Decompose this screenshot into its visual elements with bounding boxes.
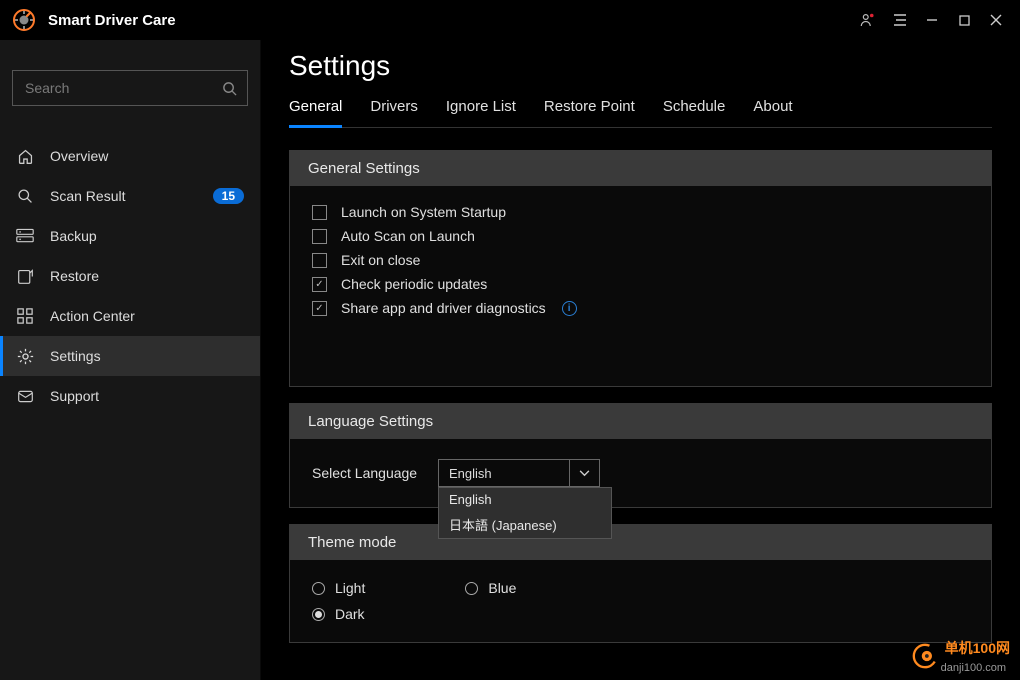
- maximize-button[interactable]: [948, 4, 980, 36]
- checkbox[interactable]: [312, 253, 327, 268]
- watermark-sub: danji100.com: [941, 662, 1006, 674]
- panel-heading: Theme mode: [290, 525, 991, 560]
- radio-label: Dark: [335, 606, 365, 622]
- language-settings-panel: Language Settings Select Language Englis…: [289, 403, 992, 508]
- tab-general[interactable]: General: [289, 98, 342, 128]
- language-option-english[interactable]: English: [439, 488, 611, 511]
- app-name: Smart Driver Care: [48, 12, 176, 29]
- info-icon[interactable]: i: [562, 301, 577, 316]
- option-launch-startup[interactable]: Launch on System Startup: [312, 200, 969, 224]
- sidebar-item-label: Overview: [50, 148, 244, 164]
- sidebar-item-label: Backup: [50, 228, 244, 244]
- radio-button-selected[interactable]: [312, 608, 325, 621]
- chevron-down-icon[interactable]: [569, 460, 599, 486]
- app-logo-icon: [12, 8, 36, 32]
- radio-button[interactable]: [465, 582, 478, 595]
- sidebar-item-action-center[interactable]: Action Center: [0, 296, 260, 336]
- sidebar-item-settings[interactable]: Settings: [0, 336, 260, 376]
- option-exit-on-close[interactable]: Exit on close: [312, 248, 969, 272]
- settings-tabs: General Drivers Ignore List Restore Poin…: [289, 98, 992, 128]
- tab-ignore-list[interactable]: Ignore List: [446, 98, 516, 127]
- checkbox-checked[interactable]: ✓: [312, 301, 327, 316]
- option-label: Exit on close: [341, 252, 420, 268]
- sidebar-item-support[interactable]: Support: [0, 376, 260, 416]
- option-label: Check periodic updates: [341, 276, 487, 292]
- sidebar-item-scan-result[interactable]: Scan Result 15: [0, 176, 260, 216]
- option-label: Auto Scan on Launch: [341, 228, 475, 244]
- backup-icon: [16, 227, 34, 245]
- scan-badge: 15: [213, 188, 244, 204]
- tab-about[interactable]: About: [753, 98, 792, 127]
- content-area: Settings General Drivers Ignore List Res…: [261, 40, 1020, 680]
- tab-drivers[interactable]: Drivers: [370, 98, 418, 127]
- watermark-text: 单机100网: [945, 640, 1010, 656]
- option-label: Launch on System Startup: [341, 204, 506, 220]
- sidebar: Overview Scan Result 15 Backup Restore A…: [0, 40, 261, 680]
- language-select[interactable]: English: [438, 459, 600, 487]
- sidebar-item-label: Action Center: [50, 308, 244, 324]
- option-auto-scan[interactable]: Auto Scan on Launch: [312, 224, 969, 248]
- tab-restore-point[interactable]: Restore Point: [544, 98, 635, 127]
- tab-schedule[interactable]: Schedule: [663, 98, 726, 127]
- scan-icon: [16, 187, 34, 205]
- menu-icon[interactable]: [884, 4, 916, 36]
- search-icon: [222, 81, 237, 96]
- grid-icon: [16, 307, 34, 325]
- language-select-value[interactable]: English: [439, 460, 569, 486]
- panel-heading: Language Settings: [290, 404, 991, 439]
- theme-option-dark[interactable]: Dark: [312, 606, 365, 622]
- watermark-icon: [911, 642, 939, 670]
- language-dropdown: English 日本語 (Japanese): [438, 487, 612, 539]
- support-icon: [16, 387, 34, 405]
- theme-option-light[interactable]: Light: [312, 580, 365, 596]
- sidebar-item-label: Restore: [50, 268, 244, 284]
- title-bar: Smart Driver Care: [0, 0, 1020, 40]
- checkbox-checked[interactable]: ✓: [312, 277, 327, 292]
- language-option-japanese[interactable]: 日本語 (Japanese): [439, 511, 611, 538]
- option-share-diagnostics[interactable]: ✓ Share app and driver diagnostics i: [312, 296, 969, 320]
- search-box[interactable]: [12, 70, 248, 106]
- sidebar-item-label: Settings: [50, 348, 244, 364]
- user-icon[interactable]: [852, 4, 884, 36]
- sidebar-item-overview[interactable]: Overview: [0, 136, 260, 176]
- close-button[interactable]: [980, 4, 1012, 36]
- option-label: Share app and driver diagnostics: [341, 300, 546, 316]
- checkbox[interactable]: [312, 229, 327, 244]
- checkbox[interactable]: [312, 205, 327, 220]
- search-input[interactable]: [23, 79, 222, 97]
- general-settings-panel: General Settings Launch on System Startu…: [289, 150, 992, 387]
- theme-mode-panel: Theme mode Light Dark: [289, 524, 992, 643]
- sidebar-item-backup[interactable]: Backup: [0, 216, 260, 256]
- sidebar-item-label: Support: [50, 388, 244, 404]
- watermark: 单机100网 danji100.com: [911, 638, 1010, 674]
- sidebar-item-label: Scan Result: [50, 188, 197, 204]
- radio-label: Blue: [488, 580, 516, 596]
- home-icon: [16, 147, 34, 165]
- minimize-button[interactable]: [916, 4, 948, 36]
- radio-button[interactable]: [312, 582, 325, 595]
- sidebar-item-restore[interactable]: Restore: [0, 256, 260, 296]
- radio-label: Light: [335, 580, 365, 596]
- page-title: Settings: [289, 50, 992, 82]
- theme-option-blue[interactable]: Blue: [465, 580, 516, 596]
- option-check-updates[interactable]: ✓ Check periodic updates: [312, 272, 969, 296]
- select-language-label: Select Language: [312, 465, 422, 481]
- restore-icon: [16, 267, 34, 285]
- panel-heading: General Settings: [290, 151, 991, 186]
- gear-icon: [16, 347, 34, 365]
